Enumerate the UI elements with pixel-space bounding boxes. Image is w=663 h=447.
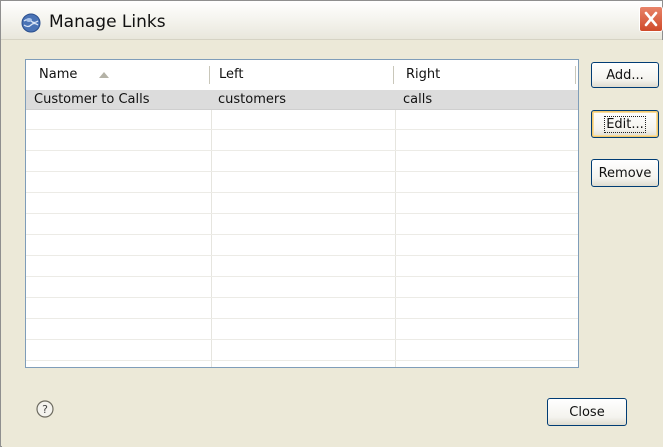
column-header-right[interactable]: Right	[406, 60, 440, 89]
empty-row	[26, 299, 578, 319]
help-icon[interactable]: ?	[36, 400, 54, 418]
close-button-label: Close	[569, 404, 605, 420]
empty-row	[26, 152, 578, 172]
edit-button[interactable]: Edit...	[591, 110, 659, 138]
column-header-name[interactable]: Name	[39, 60, 77, 89]
column-separator[interactable]	[575, 66, 576, 84]
sort-ascending-icon	[99, 72, 109, 78]
dialog-client-area: Name Left Right Customer to Calls custom…	[2, 40, 663, 447]
empty-row	[26, 110, 578, 130]
remove-button-label: Remove	[598, 165, 652, 181]
cell-right: calls	[403, 92, 433, 107]
empty-row	[26, 278, 578, 298]
empty-row	[26, 362, 578, 367]
column-separator[interactable]	[209, 66, 210, 84]
empty-row	[26, 194, 578, 214]
remove-button[interactable]: Remove	[591, 159, 659, 187]
table-row[interactable]: Customer to Calls customers calls	[26, 90, 578, 110]
empty-row	[26, 320, 578, 340]
close-icon	[644, 11, 658, 27]
svg-text:?: ?	[42, 403, 48, 416]
title-bar[interactable]: Manage Links	[1, 1, 663, 40]
empty-row	[26, 257, 578, 277]
edit-button-label: Edit...	[604, 115, 646, 133]
manage-links-dialog: Manage Links Name Left Right Customer to…	[0, 0, 663, 447]
add-button[interactable]: Add...	[591, 62, 659, 88]
links-table[interactable]: Name Left Right Customer to Calls custom…	[25, 59, 579, 368]
table-header: Name Left Right	[26, 60, 578, 89]
cell-left: customers	[218, 92, 286, 107]
cell-name: Customer to Calls	[34, 92, 150, 107]
empty-row	[26, 341, 578, 361]
column-header-right-label: Right	[406, 67, 441, 82]
window-title: Manage Links	[49, 12, 166, 32]
column-header-left[interactable]: Left	[219, 60, 243, 89]
empty-row	[26, 236, 578, 256]
add-button-label: Add...	[606, 67, 644, 83]
empty-row	[26, 215, 578, 235]
empty-row	[26, 173, 578, 193]
close-window-button[interactable]	[639, 6, 663, 32]
empty-row	[26, 131, 578, 151]
close-button[interactable]: Close	[547, 398, 627, 426]
column-separator[interactable]	[393, 66, 394, 84]
column-header-name-label: Name	[39, 67, 78, 82]
column-header-left-label: Left	[219, 67, 244, 82]
app-globe-icon	[21, 13, 41, 33]
